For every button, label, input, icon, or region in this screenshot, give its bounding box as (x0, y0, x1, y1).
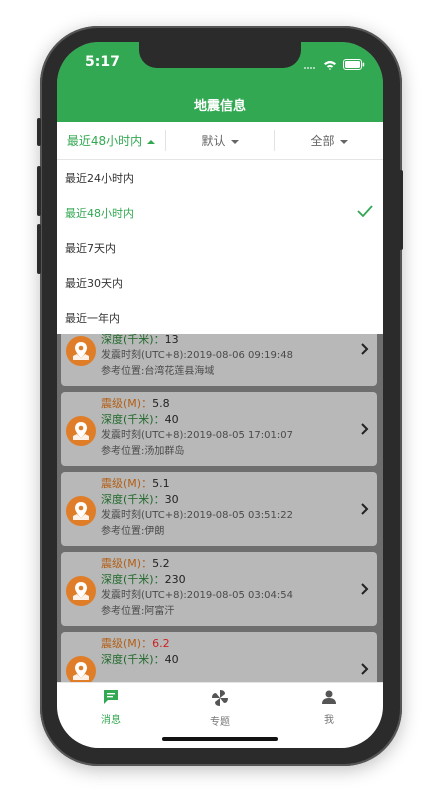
magnitude-label: 震级(M)： (101, 557, 153, 570)
dropdown-option-48h[interactable]: 最近48小时内 (57, 195, 383, 230)
volume-up-button (37, 166, 41, 216)
chevron-right-icon (361, 660, 369, 679)
depth-label: 深度(千米)： (101, 334, 165, 346)
dropdown-option-30d[interactable]: 最近30天内 (57, 265, 383, 300)
signal-icon (303, 55, 317, 74)
filter-time-range-label: 最近48小时内 (66, 134, 143, 148)
mute-switch (37, 118, 41, 146)
map-pin-icon (66, 576, 96, 606)
filter-bar: 最近48小时内 默认 全部 (57, 122, 383, 160)
time-label: 发震时刻(UTC+8): (101, 430, 187, 441)
option-label: 最近48小时内 (65, 206, 134, 220)
caret-down-icon (230, 134, 239, 148)
magnitude-value: 5.2 (152, 557, 170, 570)
filter-region[interactable]: 全部 (275, 122, 383, 159)
list-item[interactable]: 震级(M)：6.2 深度(千米)：40 (61, 632, 377, 682)
depth-value: 230 (164, 573, 186, 586)
location-value: 台湾花莲县海域 (144, 366, 215, 377)
filter-sort-label: 默认 (201, 134, 226, 148)
status-bar: 5:17 (57, 42, 383, 86)
location-value: 阿富汗 (144, 606, 175, 617)
magnitude-value: 5.8 (152, 397, 170, 410)
checkmark-icon (357, 205, 373, 220)
location-label: 参考位置: (101, 366, 145, 377)
time-label: 发震时刻(UTC+8): (101, 590, 187, 601)
option-label: 最近24小时内 (65, 171, 134, 185)
depth-label: 深度(千米)： (101, 493, 165, 506)
tab-label: 专题 (210, 717, 230, 728)
volume-down-button (37, 224, 41, 274)
caret-up-icon (147, 134, 156, 148)
tab-messages[interactable]: 消息 (57, 689, 165, 726)
depth-label: 深度(千米)： (101, 653, 165, 666)
depth-value: 40 (164, 413, 179, 426)
location-label: 参考位置: (101, 526, 145, 537)
notch (139, 42, 301, 68)
time-label: 发震时刻(UTC+8): (101, 350, 187, 361)
location-value: 伊朗 (144, 526, 165, 537)
depth-label: 深度(千米)： (101, 573, 165, 586)
time-label: 发震时刻(UTC+8): (101, 510, 187, 521)
app-screen: 5:17 地震信息 最近48小时内 默认 全部 最近24小时内 最近48小时内 … (57, 42, 383, 748)
list-item[interactable]: 震级(M)：5.1 深度(千米)：30 发震时刻(UTC+8):2019-08-… (61, 472, 377, 546)
caret-down-icon (339, 134, 348, 148)
option-label: 最近7天内 (65, 241, 116, 255)
earthquake-list: 震级(M)： 深度(千米)：13 发震时刻(UTC+8):2019-08-06 … (57, 334, 383, 682)
magnitude-label: 震级(M)： (101, 397, 153, 410)
filter-sort[interactable]: 默认 (166, 122, 274, 159)
location-label: 参考位置: (101, 446, 145, 457)
filter-time-range[interactable]: 最近48小时内 (57, 122, 165, 159)
tab-label: 我 (324, 715, 334, 726)
battery-icon (343, 55, 365, 74)
map-pin-icon (66, 656, 96, 682)
filter-region-label: 全部 (310, 134, 335, 148)
list-item[interactable]: 震级(M)：5.8 深度(千米)：40 发震时刻(UTC+8):2019-08-… (61, 392, 377, 466)
time-value: 2019-08-05 17:01:07 (186, 430, 293, 441)
power-button (399, 170, 403, 250)
message-icon (103, 690, 119, 708)
status-time: 5:17 (85, 54, 120, 70)
dropdown-option-7d[interactable]: 最近7天内 (57, 230, 383, 265)
chevron-right-icon (361, 340, 369, 359)
time-range-dropdown: 最近24小时内 最近48小时内 最近7天内 最近30天内 最近一年内 (57, 160, 383, 334)
depth-value: 40 (164, 653, 179, 666)
magnitude-label: 震级(M)： (101, 477, 153, 490)
page-title: 地震信息 (193, 99, 246, 114)
chevron-right-icon (361, 580, 369, 599)
depth-value: 13 (164, 334, 179, 346)
option-label: 最近30天内 (65, 276, 123, 290)
tab-me[interactable]: 我 (275, 689, 383, 726)
time-value: 2019-08-05 03:51:22 (186, 510, 293, 521)
depth-value: 30 (164, 493, 179, 506)
tab-topics[interactable]: 专题 (166, 689, 274, 728)
tab-label: 消息 (101, 715, 121, 726)
list-item[interactable]: 震级(M)：5.2 深度(千米)：230 发震时刻(UTC+8):2019-08… (61, 552, 377, 626)
magnitude-label: 震级(M)： (101, 637, 153, 650)
time-value: 2019-08-05 03:04:54 (186, 590, 293, 601)
map-pin-icon (66, 336, 96, 366)
magnitude-value: 5.1 (152, 477, 170, 490)
location-value: 汤加群岛 (144, 446, 185, 457)
map-pin-icon (66, 416, 96, 446)
chevron-right-icon (361, 500, 369, 519)
navigation-bar: 地震信息 (57, 86, 383, 122)
option-label: 最近一年内 (65, 311, 120, 325)
person-icon (321, 690, 337, 708)
dropdown-option-24h[interactable]: 最近24小时内 (57, 160, 383, 195)
home-indicator (162, 737, 278, 741)
pinwheel-icon (211, 690, 229, 710)
time-value: 2019-08-06 09:19:48 (186, 350, 293, 361)
map-pin-icon (66, 496, 96, 526)
depth-label: 深度(千米)： (101, 413, 165, 426)
chevron-right-icon (361, 420, 369, 439)
list-item[interactable]: 震级(M)： 深度(千米)：13 发震时刻(UTC+8):2019-08-06 … (61, 334, 377, 386)
wifi-icon (323, 55, 337, 74)
location-label: 参考位置: (101, 606, 145, 617)
magnitude-value: 6.2 (152, 637, 170, 650)
dropdown-option-1y[interactable]: 最近一年内 (57, 300, 383, 335)
